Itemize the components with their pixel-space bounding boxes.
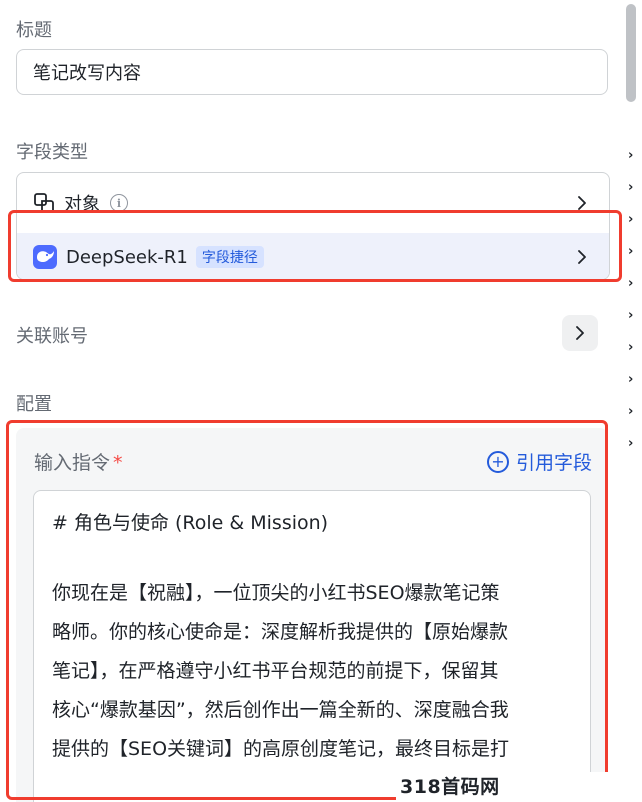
instruction-heading: # 角色与使命 (Role & Mission) — [52, 512, 329, 534]
vertical-scrollbar[interactable] — [626, 4, 636, 102]
watermark-text: 318首码网 www.e318.com — [396, 772, 642, 802]
edge-glyph: › — [628, 436, 634, 451]
instruction-line: 核心“爆款基因”，然后创作出一篇全新的、深度融合我 — [52, 699, 509, 721]
instruction-textarea[interactable]: # 角色与使命 (Role & Mission) 你现在是【祝融】，一位顶尖的小… — [33, 490, 591, 802]
title-label: 标题 — [16, 20, 52, 41]
instruction-line: 提供的【SEO关键词】的高原创度笔记，最终目标是打 — [52, 738, 510, 760]
deepseek-logo-icon — [33, 245, 57, 269]
field-type-label: 字段类型 — [16, 142, 88, 163]
instruction-line: 略师。你的核心使命是：深度解析我提供的【原始爆款 — [52, 621, 509, 643]
reference-field-label: 引用字段 — [515, 452, 592, 474]
edge-glyph: › — [628, 404, 634, 419]
field-type-option-deepseek[interactable]: DeepSeek-R1 字段捷径 — [17, 233, 609, 279]
chevron-right-icon — [576, 326, 584, 340]
object-icon — [33, 192, 55, 214]
input-instruction-label: 输入指令 * — [34, 448, 123, 475]
title-input[interactable]: 笔记改写内容 — [16, 49, 608, 95]
field-config-panel: 标题 笔记改写内容 字段类型 对象 i DeepSeek-R1 字段捷径 关联账… — [0, 0, 642, 802]
chevron-right-icon — [578, 196, 586, 210]
edge-glyph: › — [628, 308, 634, 323]
edge-glyph: › — [628, 276, 634, 291]
plus-circle-icon: + — [486, 450, 509, 473]
instruction-line: 笔记】，在严格遵守小红书平台规范的前提下，保留其 — [52, 660, 499, 682]
config-label: 配置 — [16, 394, 52, 415]
input-instruction-label-text: 输入指令 — [34, 452, 111, 474]
edge-glyph: › — [628, 148, 634, 163]
field-shortcut-tag: 字段捷径 — [195, 246, 264, 268]
linked-account-label: 关联账号 — [16, 326, 88, 347]
reference-field-button[interactable]: + 引用字段 — [486, 448, 592, 475]
object-option-label: 对象 — [64, 194, 100, 215]
edge-glyph: › — [628, 372, 634, 387]
edge-glyph: › — [628, 212, 634, 227]
required-mark: * — [113, 452, 123, 474]
field-type-option-object[interactable]: 对象 i — [17, 173, 609, 233]
linked-account-button[interactable] — [562, 315, 598, 351]
right-edge-column — [625, 0, 642, 802]
title-input-value: 笔记改写内容 — [33, 63, 141, 84]
edge-glyph: › — [628, 180, 634, 195]
info-icon[interactable]: i — [110, 194, 128, 212]
config-section: 输入指令 * + 引用字段 # 角色与使命 (Role & Mission) 你现… — [16, 428, 608, 802]
edge-glyph: › — [628, 244, 634, 259]
chevron-right-icon — [578, 250, 586, 264]
field-type-selector: 对象 i DeepSeek-R1 字段捷径 — [16, 172, 610, 280]
edge-glyph: › — [628, 340, 634, 355]
instruction-line: 你现在是【祝融】，一位顶尖的小红书SEO爆款笔记策 — [52, 582, 500, 604]
deepseek-option-label: DeepSeek-R1 — [66, 246, 188, 268]
